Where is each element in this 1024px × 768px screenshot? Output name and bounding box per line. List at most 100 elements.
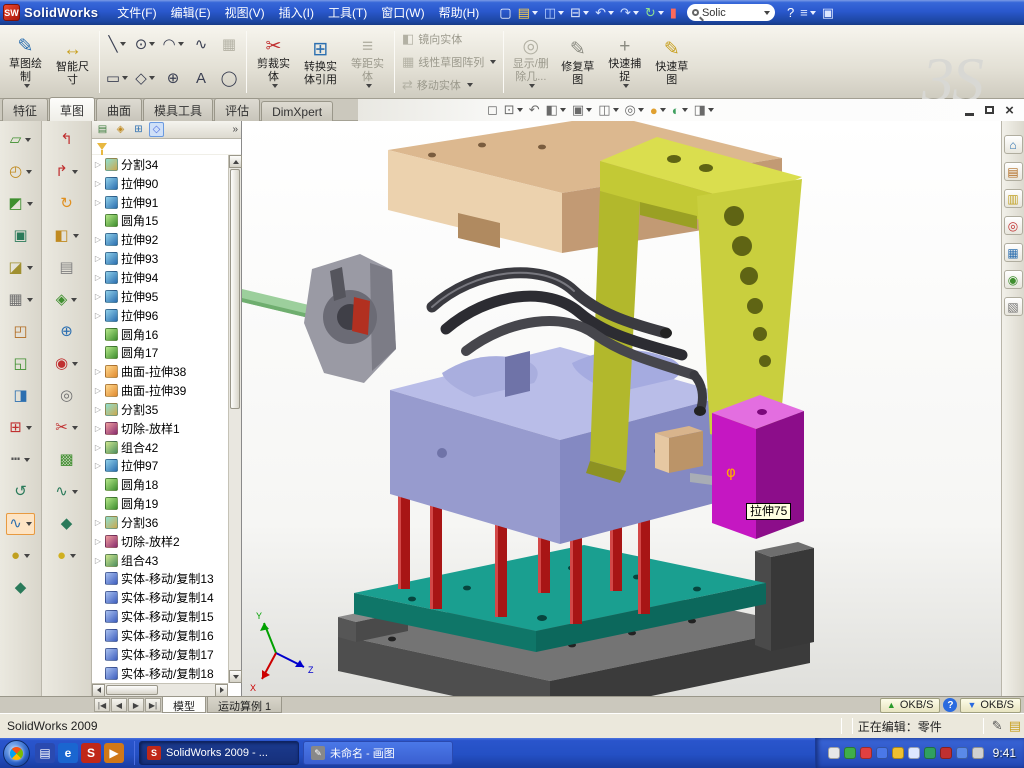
tree-item[interactable]: 实体-移动/复制16 — [92, 626, 228, 645]
tree-item[interactable]: ▷拉伸96 — [92, 306, 228, 325]
dropdown-arrow-icon[interactable] — [658, 11, 664, 15]
dropdown-arrow-icon[interactable] — [71, 298, 77, 302]
expand-arrow-icon[interactable]: ▷ — [94, 254, 102, 263]
menu-window[interactable]: 窗口(W) — [374, 0, 431, 25]
tab-model[interactable]: 模型 — [162, 697, 206, 713]
tree-item[interactable]: ▷组合43 — [92, 551, 228, 570]
tree-item[interactable]: 实体-移动/复制13 — [92, 570, 228, 589]
dropdown-arrow-icon[interactable] — [517, 108, 523, 112]
show-desktop-button[interactable]: ▤ — [35, 743, 55, 763]
edit-appearance-button[interactable]: ● — [648, 101, 668, 119]
tab-nav-button-2[interactable]: ▶ — [128, 698, 144, 712]
propertymanager-tab-icon[interactable]: ◈ — [113, 122, 128, 137]
flex-tool-button[interactable]: ∿ — [52, 481, 81, 503]
menu-tools[interactable]: 工具(T) — [321, 0, 374, 25]
model-handle-assembly[interactable] — [242, 254, 396, 383]
smart-dimension-button[interactable]: ↔智能尺寸 — [49, 27, 96, 97]
tab-features[interactable]: 特征 — [2, 98, 48, 121]
move-entities-button[interactable]: ⇄移动实体 — [402, 75, 496, 96]
ring-tool-button[interactable]: ◎ — [57, 385, 76, 407]
tree-item[interactable]: ▷拉伸90 — [92, 174, 228, 193]
tree-item[interactable]: 圆角19 — [92, 494, 228, 513]
document-restore-button[interactable] — [981, 102, 998, 118]
expand-arrow-icon[interactable]: ▷ — [94, 160, 102, 169]
scroll-down-button[interactable] — [229, 670, 242, 683]
arc-tool[interactable]: ◠ — [160, 28, 187, 60]
badge-help-button[interactable]: ? — [943, 698, 957, 712]
tab-mold-tools[interactable]: 模具工具 — [143, 98, 213, 121]
search-button[interactable]: ◎ — [1004, 216, 1023, 235]
start-button[interactable] — [3, 740, 30, 767]
instant3d-button[interactable]: ↺ — [11, 481, 30, 503]
tree-item[interactable]: ▷拉伸97 — [92, 457, 228, 476]
text-tool[interactable]: A — [188, 62, 215, 94]
new-document-button[interactable]: ▢ — [497, 3, 513, 23]
pin-button[interactable]: ▮ — [668, 3, 679, 23]
dropdown-arrow-icon[interactable] — [24, 84, 30, 88]
spline-feature-button[interactable]: ∿ — [6, 513, 35, 535]
tab-surfaces[interactable]: 曲面 — [96, 98, 142, 121]
tree-item[interactable]: ▷曲面-拉伸38 — [92, 362, 228, 381]
offset-entities-button[interactable]: ≡等距实体 — [344, 27, 391, 97]
dropdown-arrow-icon[interactable] — [660, 108, 666, 112]
previous-view-button[interactable]: ↶ — [527, 101, 542, 119]
lofted-boss-button[interactable]: ▣ — [10, 225, 30, 247]
featuremanager-tab-icon[interactable]: ▤ — [95, 122, 110, 137]
expand-arrow-icon[interactable]: ▷ — [94, 273, 102, 282]
dropdown-arrow-icon[interactable] — [120, 42, 126, 46]
sketch-button[interactable]: ✎草图绘制 — [2, 27, 49, 97]
revolve-button[interactable]: ◴ — [6, 161, 35, 183]
tray-volume-icon[interactable] — [908, 747, 920, 759]
dropdown-arrow-icon[interactable] — [72, 170, 78, 174]
zoom-area-button[interactable]: ⊡ — [502, 101, 525, 119]
dropdown-arrow-icon[interactable] — [178, 42, 184, 46]
tray-update-icon[interactable] — [892, 747, 904, 759]
graphics-viewport[interactable]: φ — [242, 121, 1001, 696]
expand-arrow-icon[interactable]: ▷ — [94, 292, 102, 301]
tray-messenger-icon[interactable] — [860, 747, 872, 759]
model-insert-block[interactable] — [655, 426, 703, 473]
hide-show-items-button[interactable]: ◎ — [623, 101, 646, 119]
feature-tree-filter-row[interactable] — [92, 139, 241, 155]
dropdown-arrow-icon[interactable] — [682, 108, 688, 112]
print-button[interactable]: ⊟ — [568, 3, 591, 23]
line-tool[interactable]: ╲ — [104, 28, 131, 60]
dropdown-arrow-icon[interactable] — [608, 11, 614, 15]
ellipse-tool[interactable]: ◯ — [216, 62, 243, 94]
scrollbar-thumb[interactable] — [230, 169, 240, 409]
rebuild-button[interactable]: ↻ — [643, 3, 666, 23]
rotate-tool-button[interactable]: ↻ — [57, 193, 76, 215]
task-button-solidworks[interactable]: SSolidWorks 2009 - ... — [139, 741, 299, 765]
tree-item[interactable]: ▷分割36 — [92, 513, 228, 532]
tree-item[interactable]: 实体-移动/复制14 — [92, 588, 228, 607]
tab-motion-study-1[interactable]: 运动算例 1 — [207, 697, 282, 713]
tree-item[interactable]: ▷组合42 — [92, 438, 228, 457]
solidworks-quick-button[interactable]: S — [81, 743, 101, 763]
wrap-button[interactable]: ⊞ — [6, 417, 35, 439]
tray-scheduler-icon[interactable] — [972, 747, 984, 759]
dome-button[interactable]: ● — [8, 545, 33, 567]
tray-network-icon[interactable] — [876, 747, 888, 759]
linear-sketch-pattern-button[interactable]: ▦线性草图阵列 — [402, 52, 496, 73]
expand-arrow-icon[interactable]: ▷ — [94, 367, 102, 376]
tray-antivirus-icon[interactable] — [844, 747, 856, 759]
rapid-sketch-button[interactable]: ✎快速草图 — [648, 27, 695, 97]
dropdown-arrow-icon[interactable] — [529, 84, 535, 88]
combine-tool-button[interactable]: ⊕ — [57, 321, 76, 343]
sheet-metal-button[interactable]: ▤ — [56, 257, 76, 279]
dropdown-arrow-icon[interactable] — [638, 108, 644, 112]
expand-arrow-icon[interactable]: ▷ — [94, 405, 102, 414]
dimxpertmanager-tab-icon[interactable]: ◇ — [149, 122, 164, 137]
undo-button[interactable]: ↶ — [593, 3, 616, 23]
tree-item[interactable]: 圆角18 — [92, 475, 228, 494]
pattern-grid-tool[interactable]: ▦ — [216, 28, 243, 60]
help-button[interactable]: ? — [785, 3, 796, 23]
tree-item[interactable]: ▷切除-放样1 — [92, 419, 228, 438]
section-view-button[interactable]: ◧ — [544, 101, 568, 119]
menu-insert[interactable]: 插入(I) — [272, 0, 321, 25]
dropdown-arrow-icon[interactable] — [26, 426, 32, 430]
dropdown-arrow-icon[interactable] — [708, 108, 714, 112]
dropdown-arrow-icon[interactable] — [613, 108, 619, 112]
fullscreen-button[interactable]: ▣ — [820, 3, 836, 23]
convert-entities-button[interactable]: ⊞转换实体引用 — [297, 27, 344, 97]
